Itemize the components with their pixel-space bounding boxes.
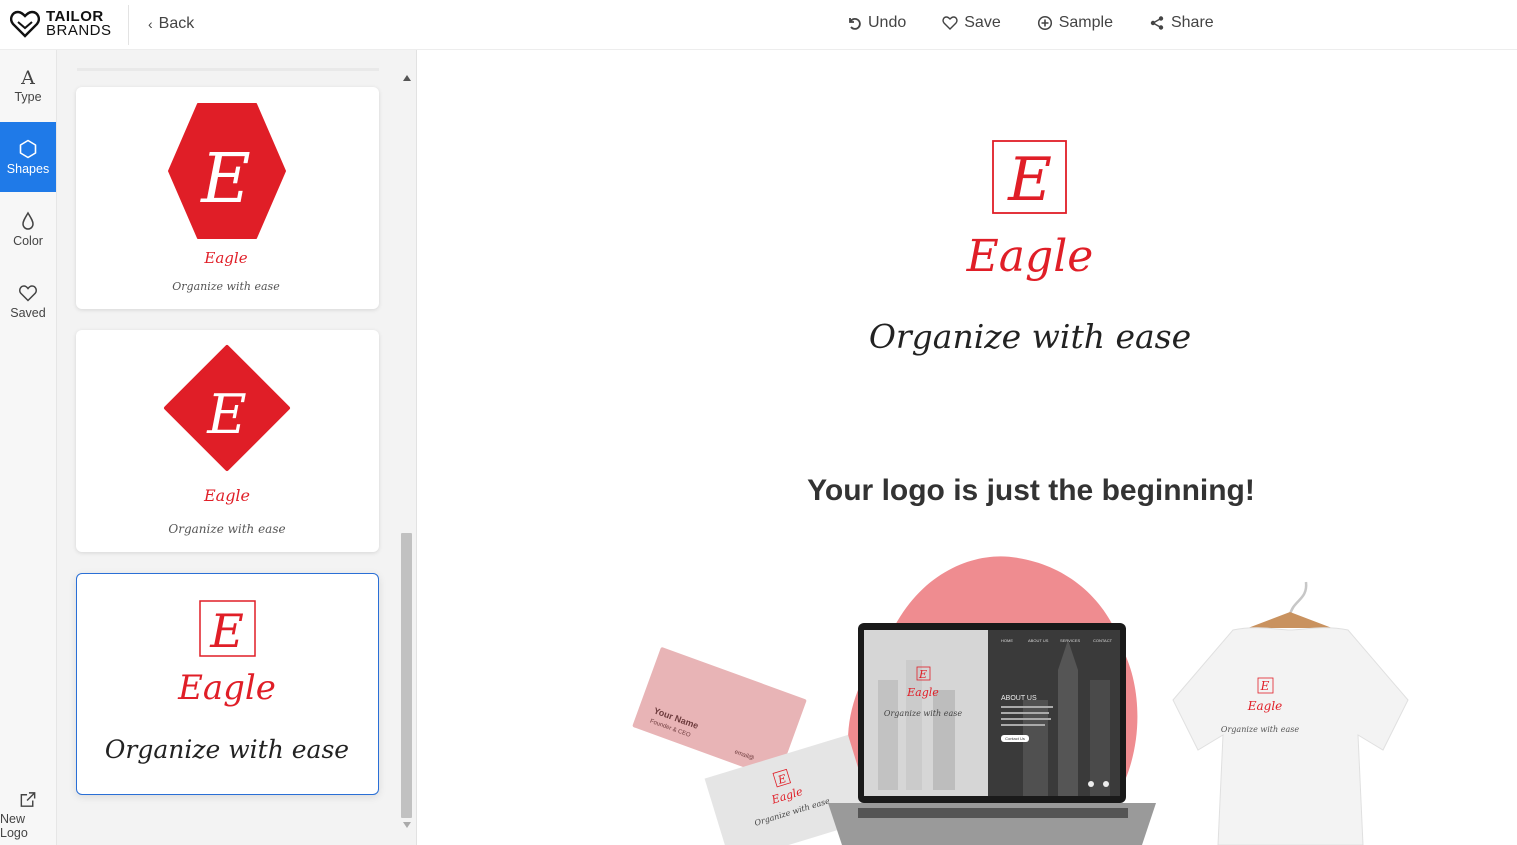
logo-tagline: Organize with ease: [168, 522, 285, 536]
heart-icon: [19, 284, 37, 302]
brand-line-2: BRANDS: [46, 22, 112, 39]
rail-item-color[interactable]: Color: [0, 194, 56, 264]
square-logo-preview: E Eagle Organize with ease: [105, 600, 349, 764]
shapes-icon: [19, 139, 37, 158]
rail-item-saved[interactable]: Saved: [0, 266, 56, 336]
logo-canvas: E Eagle Organize with ease Your logo is …: [418, 50, 1517, 845]
share-label: Share: [1170, 14, 1214, 31]
left-rail: A Type Shapes Color Saved New Logo: [0, 50, 57, 845]
rail-item-type[interactable]: A Type: [0, 50, 56, 120]
sample-label: Sample: [1058, 14, 1113, 31]
top-bar: TAILOR BRANDS ‹ Back Undo Save Sample Sh…: [0, 0, 1517, 50]
tailor-brands-logo[interactable]: TAILOR BRANDS: [10, 8, 112, 40]
rail-item-label: Shapes: [6, 161, 50, 176]
previous-card-edge: [77, 68, 379, 71]
logo-name: Eagle: [966, 231, 1094, 282]
site-logo-tagline: Organize with ease: [884, 709, 962, 718]
chevron-left-icon: ‹: [148, 16, 153, 32]
share-button[interactable]: Share: [1149, 14, 1214, 32]
back-button[interactable]: ‹ Back: [148, 15, 194, 33]
new-logo-label: New Logo: [0, 812, 28, 840]
mockups-illustration: Your Name Founder & CEO email@ E Eagle O…: [632, 556, 1409, 845]
toolbar-actions: Undo Save Sample Share: [846, 14, 1214, 32]
logo-monogram: E: [1007, 145, 1052, 215]
save-label: Save: [964, 14, 1001, 31]
logo-tagline: Organize with ease: [172, 280, 280, 293]
site-heading: ABOUT US: [1001, 695, 1037, 702]
main-logo-preview[interactable]: E Eagle Organize with ease: [418, 50, 1517, 450]
hexagon-logo-preview: E Eagle Organize with ease: [168, 103, 286, 293]
undo-label: Undo: [868, 14, 907, 31]
shapes-panel: E Eagle Organize with ease E Eagle Organ…: [57, 50, 417, 845]
external-link-icon: [20, 792, 36, 807]
shirt-logo-tagline: Organize with ease: [1221, 725, 1299, 734]
site-monogram: E: [918, 668, 927, 681]
site-nav-home: HOME: [1001, 638, 1013, 643]
laptop-mockup: E Eagle Organize with ease HOME ABOUT US…: [828, 623, 1156, 845]
site-nav-about: ABOUT US: [1028, 638, 1049, 643]
site-button: Contact Us: [1005, 736, 1025, 741]
scroll-thumb[interactable]: [401, 533, 412, 818]
type-icon: A: [20, 67, 35, 87]
undo-icon: [849, 17, 861, 30]
shape-option-diamond[interactable]: E Eagle Organize with ease: [76, 330, 379, 552]
shirt-monogram: E: [1260, 679, 1270, 693]
header-divider: [128, 5, 129, 45]
share-icon: [1150, 16, 1164, 30]
scroll-up-arrow-icon[interactable]: [403, 75, 411, 81]
site-nav-services: SERVICES: [1060, 638, 1080, 643]
back-label: Back: [158, 15, 195, 32]
undo-button[interactable]: Undo: [846, 14, 906, 32]
monogram: E: [209, 604, 244, 658]
logo-tagline: Organize with ease: [869, 317, 1191, 356]
logo-tagline: Organize with ease: [105, 735, 349, 764]
promo-title: Your logo is just the beginning!: [807, 474, 1255, 507]
logo-name: Eagle: [203, 249, 247, 267]
sample-icon: [1037, 15, 1052, 31]
heart-icon: [942, 16, 958, 30]
rail-item-label: Saved: [10, 305, 46, 320]
monogram: E: [199, 140, 251, 219]
new-logo-button[interactable]: New Logo: [0, 790, 56, 840]
droplet-icon: [22, 211, 34, 230]
svg-text:A: A: [20, 67, 35, 87]
save-button[interactable]: Save: [942, 14, 1001, 32]
sample-button[interactable]: Sample: [1037, 14, 1113, 32]
rail-item-label: Color: [13, 233, 43, 248]
site-nav-contact: CONTACT: [1093, 638, 1113, 643]
shirt-logo-name: Eagle: [1247, 699, 1283, 713]
logo-name: Eagle: [177, 668, 276, 708]
site-logo-name: Eagle: [906, 686, 939, 699]
rail-item-label: Type: [14, 89, 42, 104]
shape-option-square-outline[interactable]: E Eagle Organize with ease: [76, 573, 379, 795]
logo-name: Eagle: [203, 486, 250, 505]
shape-option-hexagon[interactable]: E Eagle Organize with ease: [76, 87, 379, 309]
panel-scrollbar[interactable]: [399, 70, 414, 835]
tshirt-mockup: E Eagle Organize with ease: [1172, 581, 1409, 845]
scroll-down-arrow-icon[interactable]: [403, 822, 411, 828]
diamond-logo-preview: E Eagle Organize with ease: [164, 345, 290, 536]
brand-heart-icon: [10, 10, 40, 38]
monogram: E: [206, 383, 246, 446]
rail-item-shapes[interactable]: Shapes: [0, 122, 56, 192]
